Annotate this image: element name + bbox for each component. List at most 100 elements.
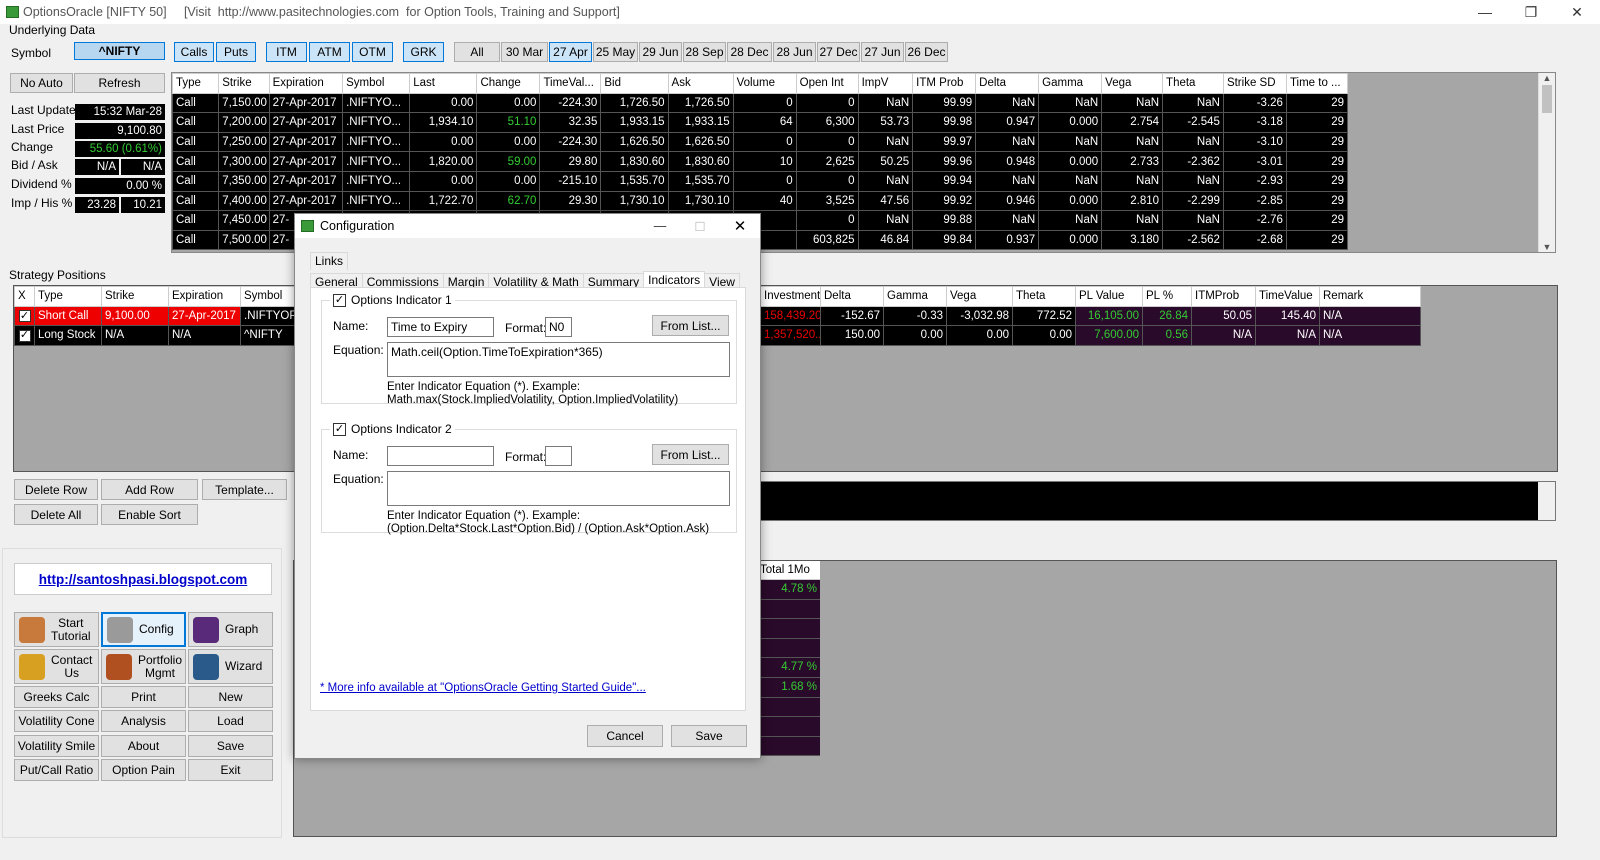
strategy-row[interactable]: 158,439.20 -152.67 -0.33 -3,032.98 772.52 16,… xyxy=(760,305,1421,327)
dialog-restore-button[interactable]: ☐ xyxy=(680,219,720,234)
col-header[interactable]: Last xyxy=(409,73,478,94)
table-row[interactable]: Call 7,250.00 27-Apr-2017 .NIFTYO... 0.00 0.0… xyxy=(171,131,1349,153)
strategy-col-header[interactable]: PL Value xyxy=(1075,286,1143,307)
table-row[interactable]: Call 7,400.00 27-Apr-2017 .NIFTYO... 1,722.7… xyxy=(171,190,1349,212)
dialog-close-button[interactable]: ✕ xyxy=(720,217,760,235)
indicator-1-name-input[interactable]: Time to Expiry xyxy=(387,317,494,337)
close-button[interactable]: ✕ xyxy=(1554,0,1600,24)
volatility-smile-button[interactable]: Volatility Smile xyxy=(14,735,99,757)
strategy-col-header[interactable]: ITMProb xyxy=(1191,286,1256,307)
col-header[interactable]: Symbol xyxy=(342,73,411,94)
maximize-button[interactable]: ❐ xyxy=(1508,0,1554,24)
strategy-col-header[interactable]: Vega xyxy=(946,286,1013,307)
date-filter-8[interactable]: 27 Dec xyxy=(817,42,860,62)
strategy-notes-area[interactable] xyxy=(760,481,1556,521)
symbol-field[interactable]: ^NIFTY xyxy=(74,42,165,60)
col-header[interactable]: Delta xyxy=(975,73,1040,94)
scroll-down-icon[interactable]: ▼ xyxy=(1539,242,1555,252)
col-header[interactable]: Strike xyxy=(218,73,270,94)
indicator-1-checkbox[interactable]: ✓ xyxy=(333,293,346,307)
new-button[interactable]: New xyxy=(188,686,273,708)
minimize-button[interactable]: — xyxy=(1462,0,1508,24)
dialog-minimize-button[interactable]: — xyxy=(640,219,680,233)
no-auto-button[interactable]: No Auto xyxy=(10,73,73,93)
col-header[interactable]: Open Int xyxy=(795,73,859,94)
col-header[interactable]: Type xyxy=(171,73,220,94)
indicator-1-format-input[interactable]: N0 xyxy=(545,317,572,337)
strategy-col-header[interactable]: Gamma xyxy=(883,286,947,307)
indicator-1-from-list-button[interactable]: From List... xyxy=(652,315,729,336)
col-header[interactable]: Strike SD xyxy=(1222,73,1287,94)
strategy-col-header[interactable]: Delta xyxy=(820,286,884,307)
analysis-button[interactable]: Analysis xyxy=(101,710,186,732)
itm-filter-button[interactable]: ITM xyxy=(266,42,307,62)
date-filter-7[interactable]: 28 Jun xyxy=(773,42,816,62)
col-header[interactable]: Bid xyxy=(600,73,669,94)
indicator-2-from-list-button[interactable]: From List... xyxy=(652,444,729,465)
date-filter-5[interactable]: 28 Sep xyxy=(683,42,726,62)
wizard-button[interactable]: Wizard xyxy=(188,649,273,684)
print-button[interactable]: Print xyxy=(101,686,186,708)
grk-filter-button[interactable]: GRK xyxy=(403,42,444,62)
dialog-save-button[interactable]: Save xyxy=(671,725,747,747)
strategy-row[interactable]: ✓Short Call9,100.0027-Apr-2017.NIFTYOP..… xyxy=(14,305,298,327)
col-header[interactable]: Vega xyxy=(1101,73,1164,94)
scroll-up-icon[interactable]: ▲ xyxy=(1539,73,1555,83)
row-checkbox-icon[interactable]: ✓ xyxy=(18,329,31,342)
strategy-col-header[interactable]: PL % xyxy=(1142,286,1192,307)
strategy-col-header[interactable]: TimeValue xyxy=(1255,286,1320,307)
graph-button[interactable]: Graph xyxy=(188,612,273,647)
option-pain-button[interactable]: Option Pain xyxy=(101,759,186,781)
enable-sort-button[interactable]: Enable Sort xyxy=(101,504,198,525)
indicator-2-checkbox[interactable]: ✓ xyxy=(333,422,346,436)
strategy-col-header[interactable]: Theta xyxy=(1012,286,1076,307)
puts-filter-button[interactable]: Puts xyxy=(216,42,256,62)
date-filter-3[interactable]: 25 May xyxy=(593,42,638,62)
row-checkbox-icon[interactable]: ✓ xyxy=(18,310,31,323)
table-row[interactable]: Call 7,350.00 27-Apr-2017 .NIFTYO... 0.00 0.0… xyxy=(171,170,1349,192)
exit-button[interactable]: Exit xyxy=(188,759,273,781)
indicator-2-equation-input[interactable] xyxy=(387,471,730,506)
save-button[interactable]: Save xyxy=(188,735,273,757)
strategy-col-header[interactable]: Strike xyxy=(101,286,169,307)
tab-links[interactable]: Links xyxy=(310,252,349,270)
strategy-col-header[interactable]: Expiration xyxy=(168,286,241,307)
config-button[interactable]: Config xyxy=(101,612,186,647)
col-header[interactable]: Expiration xyxy=(268,73,344,94)
delete-row-button[interactable]: Delete Row xyxy=(14,479,98,500)
getting-started-guide-link[interactable]: * More info available at "OptionsOracle … xyxy=(320,682,646,694)
contact-us-button[interactable]: Contact Us xyxy=(14,649,99,684)
indicator-2-name-input[interactable] xyxy=(387,446,494,466)
col-header[interactable]: Theta xyxy=(1162,73,1224,94)
strategy-col-header[interactable]: Investment xyxy=(760,286,821,307)
strategy-row-checkbox[interactable]: ✓ xyxy=(14,325,35,346)
greeks-calc-button[interactable]: Greeks Calc xyxy=(14,686,99,708)
strategy-col-header[interactable]: X xyxy=(14,286,35,307)
otm-filter-button[interactable]: OTM xyxy=(352,42,393,62)
table-row[interactable]: Call 7,300.00 27-Apr-2017 .NIFTYO... 1,820.0… xyxy=(171,151,1349,172)
date-filter-0[interactable]: All xyxy=(454,42,500,62)
col-header[interactable]: Change xyxy=(476,73,541,94)
indicator-1-equation-input[interactable]: Math.ceil(Option.TimeToExpiration*365) xyxy=(387,342,730,377)
indicator-2-format-input[interactable] xyxy=(545,446,572,466)
notes-scrollbar[interactable] xyxy=(1538,482,1555,520)
strategy-row-checkbox[interactable]: ✓ xyxy=(14,305,35,327)
strategy-row[interactable]: 1,357,520... 150.00 0.00 0.00 0.00 7,600.00 0.… xyxy=(760,325,1421,346)
strategy-row[interactable]: ✓ Long Stock N/A N/A ^NIFTY xyxy=(14,325,298,346)
table-row[interactable]: Call 7,200.00 27-Apr-2017 .NIFTYO... 1,934.1… xyxy=(171,112,1349,133)
atm-filter-button[interactable]: ATM xyxy=(309,42,350,62)
table-row[interactable]: Call 7,150.00 27-Apr-2017 .NIFTYO... 0.00 0.0… xyxy=(171,92,1349,114)
dialog-cancel-button[interactable]: Cancel xyxy=(587,725,663,747)
date-filter-9[interactable]: 27 Jun xyxy=(861,42,904,62)
volatility-cone-button[interactable]: Volatility Cone xyxy=(14,710,99,732)
col-header[interactable]: ImpV xyxy=(857,73,914,94)
col-header[interactable]: Gamma xyxy=(1038,73,1103,94)
strategy-col-header[interactable]: Remark xyxy=(1319,286,1421,307)
add-row-button[interactable]: Add Row xyxy=(101,479,198,500)
scroll-thumb[interactable] xyxy=(1542,85,1552,113)
refresh-button[interactable]: Refresh xyxy=(74,73,165,93)
load-button[interactable]: Load xyxy=(188,710,273,732)
options-table-scrollbar[interactable]: ▲ ▼ xyxy=(1538,73,1555,252)
delete-all-button[interactable]: Delete All xyxy=(14,504,98,525)
date-filter-6[interactable]: 28 Dec xyxy=(727,42,772,62)
